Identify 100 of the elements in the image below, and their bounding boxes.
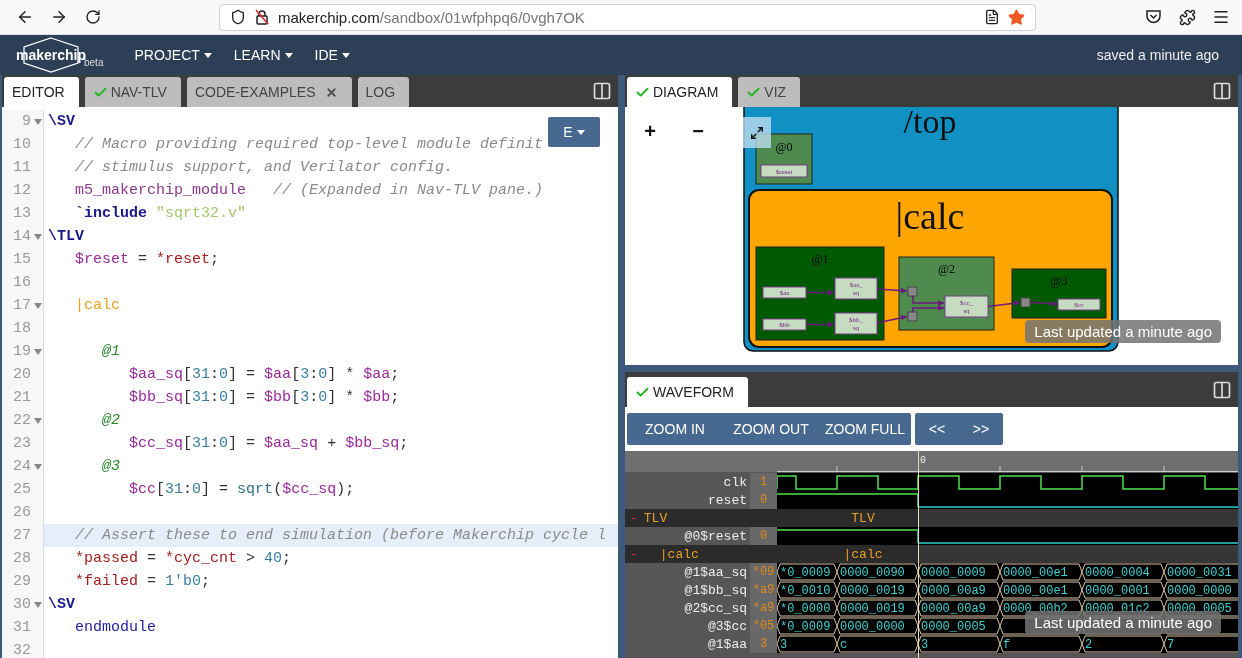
url-text: makerchip.com/sandbox/01wfphpq6/0vgh7OK [278, 8, 586, 26]
bus-value: *0_0009 [777, 617, 838, 635]
zoom-button[interactable]: ZOOM IN [627, 413, 723, 445]
extensions-icon[interactable] [1178, 8, 1196, 26]
stage-label: @0 [775, 140, 793, 154]
signal-name: @2$cc_sq [684, 600, 747, 616]
back-icon[interactable] [16, 8, 34, 26]
code-line: m5_makerchip_module // (Expanded in Nav-TLV pane.) [74, 181, 544, 201]
caret-icon [203, 52, 212, 58]
split-view-icon[interactable] [1212, 81, 1232, 101]
tab[interactable]: LOG [357, 77, 410, 107]
line-number: 20 [12, 366, 31, 383]
line-number: 14 [12, 228, 31, 245]
bus-value: 0000_0009 [917, 563, 1001, 581]
group-label: TLV [851, 511, 875, 526]
fold-arrow-icon[interactable] [34, 348, 42, 355]
code-line: *passed = *cyc_cnt > 40; [74, 549, 292, 569]
menu-dropdown[interactable]: PROJECT [123, 40, 223, 70]
save-status: saved a minute ago [1096, 47, 1219, 63]
bus-value: 0000_0019 [836, 599, 919, 617]
zoom-button[interactable]: ZOOM OUT [723, 413, 819, 445]
address-bar[interactable]: makerchip.com/sandbox/01wfphpq6/0vgh7OK [219, 3, 1036, 31]
expand-icon [750, 125, 764, 140]
zoom-in-control[interactable]: + [638, 119, 662, 143]
line-number: 29 [12, 573, 31, 590]
code-line: \TLV [47, 227, 84, 247]
fold-arrow-icon[interactable] [34, 302, 42, 309]
bus-value: 0000_0001 [1081, 581, 1165, 599]
fold-arrow-icon[interactable] [34, 118, 42, 125]
wire-arrow [1029, 300, 1058, 307]
bus-value: 7 [1163, 635, 1238, 653]
bus-value: *0_0009 [777, 563, 838, 581]
code-line: $reset = *reset; [74, 250, 220, 270]
line-number: 17 [12, 297, 31, 314]
shield-icon [230, 9, 246, 25]
code-line: // stimulus support, and Verilator config. [74, 158, 454, 178]
star-icon[interactable] [1008, 8, 1025, 26]
collapse-toggle[interactable]: - [630, 510, 638, 526]
tab[interactable]: VIZ [738, 77, 801, 107]
line-number: 21 [12, 389, 31, 406]
bus-value: 3 [777, 635, 838, 653]
signal-value: *09 [752, 565, 775, 579]
mode-dropdown[interactable]: E [548, 117, 600, 147]
signal-value: 3 [759, 637, 768, 651]
code-line: // Assert these to end simulation (before Makerchip cycle l [74, 526, 607, 546]
wire-arrow [876, 314, 908, 324]
line-number: 13 [12, 205, 31, 222]
signal-value: *a9 [752, 583, 775, 597]
code-line: @3 [101, 457, 120, 477]
menu-dropdown[interactable]: LEARN [222, 40, 304, 70]
signal-value: *a9 [752, 601, 775, 615]
scope-label: /top [903, 107, 957, 140]
pocket-icon[interactable] [1144, 9, 1162, 25]
fold-arrow-icon[interactable] [34, 417, 42, 424]
split-view-icon[interactable] [592, 81, 612, 101]
reader-view-icon[interactable] [984, 9, 1000, 25]
code-line: @1 [101, 342, 120, 362]
fold-arrow-icon[interactable] [34, 601, 42, 608]
line-number: 26 [12, 504, 31, 521]
signal-value: *05 [752, 619, 775, 633]
fold-arrow-icon[interactable] [34, 233, 42, 240]
signal-value: 1 [759, 475, 768, 489]
port-node [907, 311, 918, 322]
code-line: \SV [47, 595, 75, 615]
zoom-button[interactable]: ZOOM FULL [819, 413, 911, 445]
code-line: $cc[31:0] = sqrt($cc_sq); [128, 480, 355, 500]
scroll-button[interactable]: << [915, 413, 959, 445]
tab[interactable]: WAVEFORM [627, 377, 748, 407]
tab[interactable]: CODE-EXAMPLES [186, 77, 352, 107]
bus-value: 0000_00e1 [999, 563, 1083, 581]
wire-arrow [805, 321, 835, 328]
caret-icon [576, 129, 585, 135]
fit-view-button[interactable] [743, 117, 771, 148]
update-toast: Last updated a minute ago [1025, 320, 1221, 343]
line-number: 27 [12, 527, 31, 544]
tab[interactable]: DIAGRAM [627, 77, 733, 107]
update-toast: Last updated a minute ago [1025, 611, 1221, 634]
signal-name: @1$aa_sq [684, 564, 747, 580]
collapse-toggle[interactable]: - [630, 546, 638, 562]
wire-arrow [912, 295, 945, 306]
tab[interactable]: NAV-TLV [84, 77, 181, 107]
wire-arrow [805, 289, 835, 296]
group-name: TLV [643, 510, 668, 526]
line-number: 15 [12, 251, 31, 268]
tab[interactable]: EDITOR [4, 77, 79, 107]
scroll-button[interactable]: >> [959, 413, 1003, 445]
reload-icon[interactable] [85, 9, 101, 25]
line-number: 32 [12, 642, 31, 658]
split-view-icon[interactable] [1212, 379, 1232, 400]
line-number: 23 [12, 435, 31, 452]
signal-name: @1$bb_sq [684, 582, 747, 598]
forward-icon[interactable] [50, 8, 68, 26]
bus-value: *0_0010 [777, 581, 838, 599]
menu-icon[interactable] [1212, 8, 1230, 26]
bus-value: *0_0000 [777, 599, 838, 617]
menu-dropdown[interactable]: IDE [303, 40, 361, 70]
close-icon[interactable] [324, 85, 338, 99]
bus-value: 0000_0090 [836, 563, 919, 581]
fold-arrow-icon[interactable] [34, 463, 42, 470]
zoom-out-control[interactable]: − [686, 119, 710, 143]
